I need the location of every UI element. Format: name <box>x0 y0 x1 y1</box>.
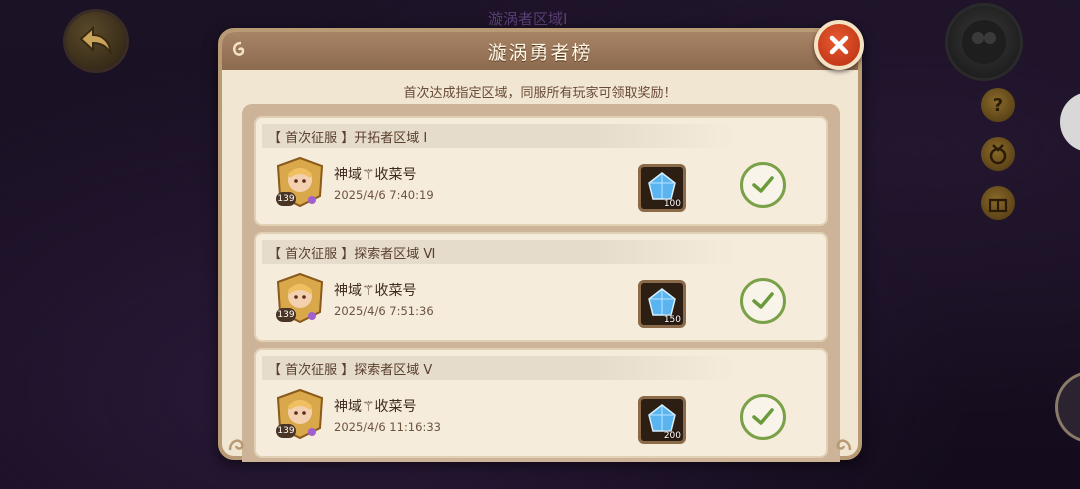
level-badge: 139 <box>276 424 296 438</box>
check-icon <box>752 176 774 193</box>
list-item: 【 首次征服 】探索者区域 Ⅴ 139 神域⚚收菜号 2025/4/6 11:1… <box>254 348 828 458</box>
check-icon <box>752 292 774 309</box>
reward-item[interactable]: 200 <box>638 396 686 444</box>
list-item: 【 首次征服 】开拓者区域 Ⅰ 139 神域⚚收菜号 2025/4/6 7:40… <box>254 116 828 226</box>
medal-icon <box>989 144 1007 165</box>
swirl-ornament-icon <box>228 439 244 451</box>
close-button[interactable] <box>814 20 864 70</box>
level-badge: 139 <box>276 308 296 322</box>
gift-button[interactable] <box>981 186 1015 220</box>
dialog-header: 漩涡勇者榜 <box>222 32 858 70</box>
player-name: 神域⚚收菜号 <box>334 283 417 299</box>
achieved-time: 2025/4/6 7:51:36 <box>334 304 434 318</box>
entry-header: 【 首次征服 】探索者区域 Ⅵ <box>262 240 738 264</box>
back-arrow-icon <box>79 26 112 55</box>
hall-of-fame-dialog: 漩涡勇者榜 首次达成指定区域，同服所有玩家可领取奖励！ 【 首次征服 】开拓者区… <box>218 28 862 462</box>
level-badge: 139 <box>276 192 296 206</box>
check-icon <box>752 408 774 425</box>
achieved-time: 2025/4/6 11:16:33 <box>334 420 441 434</box>
back-button[interactable] <box>66 12 126 70</box>
reward-quantity: 200 <box>663 431 681 441</box>
claimed-check <box>740 394 786 440</box>
help-icon: ? <box>992 94 1004 116</box>
entry-header: 【 首次征服 】开拓者区域 Ⅰ <box>262 124 738 148</box>
player-name: 神域⚚收菜号 <box>334 167 417 183</box>
reward-quantity: 100 <box>663 199 681 209</box>
dialog-subtitle: 首次达成指定区域，同服所有玩家可领取奖励！ <box>403 86 677 101</box>
swirl-ornament-icon <box>233 41 245 56</box>
reward-item[interactable]: 150 <box>638 280 686 328</box>
medal-button[interactable] <box>981 137 1015 171</box>
reward-quantity: 150 <box>663 315 681 325</box>
entries-list[interactable]: 【 首次征服 】开拓者区域 Ⅰ 139 神域⚚收菜号 2025/4/6 7:40… <box>242 104 840 462</box>
player-avatar-button[interactable] <box>948 6 1020 78</box>
help-button[interactable]: ? <box>981 88 1015 122</box>
edge-panel-button[interactable] <box>1060 92 1080 152</box>
hero-avatar: 139 <box>274 156 326 208</box>
reward-item[interactable]: 100 <box>638 164 686 212</box>
background-area-title: 漩涡者区域Ⅰ <box>488 10 568 28</box>
gift-icon <box>988 198 1008 213</box>
entry-header: 【 首次征服 】探索者区域 Ⅴ <box>262 356 738 380</box>
swirl-ornament-icon <box>836 439 852 451</box>
list-item: 【 首次征服 】探索者区域 Ⅵ 139 神域⚚收菜号 2025/4/6 7:51… <box>254 232 828 342</box>
claimed-check <box>740 162 786 208</box>
edge-pet-button[interactable] <box>1058 374 1080 440</box>
hero-avatar: 139 <box>274 388 326 440</box>
avatar-icon <box>962 20 1006 64</box>
dialog-title: 漩涡勇者榜 <box>487 41 593 64</box>
achieved-time: 2025/4/6 7:40:19 <box>334 188 434 202</box>
close-icon <box>829 35 849 55</box>
claimed-check <box>740 278 786 324</box>
hero-avatar: 139 <box>274 272 326 324</box>
player-name: 神域⚚收菜号 <box>334 399 417 415</box>
